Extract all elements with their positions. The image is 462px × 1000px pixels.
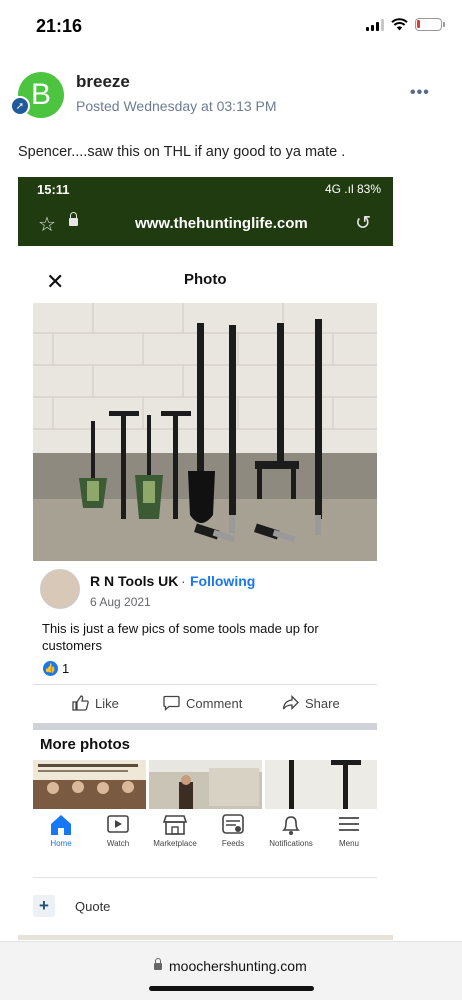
thumbs-up-icon xyxy=(72,695,89,711)
nav-marketplace: Marketplace xyxy=(145,813,205,848)
home-icon xyxy=(51,815,71,835)
ellipsis-icon[interactable]: ••• xyxy=(410,84,430,102)
fb-page-name: R N Tools UK xyxy=(90,573,179,589)
nav-home: Home xyxy=(31,813,91,848)
avatar-letter: B xyxy=(30,78,51,111)
embedded-screenshot-image[interactable]: 15:11 4G .ıl 83% ☆ www.thehuntinglife.co… xyxy=(18,177,393,940)
comment-icon xyxy=(163,695,180,711)
nav-watch: Watch xyxy=(88,813,148,848)
nav-marketplace-label: Marketplace xyxy=(153,839,197,848)
feeds-icon xyxy=(222,814,244,834)
lock-icon xyxy=(69,212,78,226)
nav-notifications: Notifications xyxy=(261,813,321,848)
status-time: 21:16 xyxy=(36,16,83,36)
author-name[interactable]: breeze xyxy=(76,72,130,92)
embedded-browser-bar: 15:11 4G .ıl 83% ☆ www.thehuntinglife.co… xyxy=(18,177,393,246)
reload-icon: ↺ xyxy=(355,213,371,234)
nav-menu-label: Menu xyxy=(338,839,359,848)
post-timestamp[interactable]: Posted Wednesday at 03:13 PM xyxy=(76,98,277,114)
nav-feeds: Feeds xyxy=(203,813,263,848)
watch-icon xyxy=(107,815,129,833)
tools-photo-illustration xyxy=(33,303,377,561)
share-icon xyxy=(282,695,299,711)
status-bar: 21:16 xyxy=(0,0,462,56)
star-icon: ☆ xyxy=(38,214,56,236)
quote-button[interactable]: Quote xyxy=(75,899,110,914)
menu-icon xyxy=(339,817,359,831)
embedded-url: www.thehuntinglife.com xyxy=(135,215,308,232)
fb-section-divider xyxy=(33,723,377,730)
fb-share-action: Share xyxy=(282,695,340,711)
like-reaction-icon: 👍 xyxy=(43,661,58,676)
fb-follow-status: Following xyxy=(190,573,256,589)
tools-photo xyxy=(33,303,377,561)
quote-separator xyxy=(33,877,377,878)
embedded-time: 15:11 xyxy=(37,182,70,197)
fb-separator xyxy=(33,684,377,685)
nav-home-label: Home xyxy=(50,839,72,848)
nav-menu: Menu xyxy=(319,813,379,848)
fb-like-count: 1 xyxy=(62,661,70,676)
cellular-signal-icon xyxy=(366,18,384,31)
fb-post-date: 6 Aug 2021 xyxy=(90,595,151,609)
more-photo-thumbnail xyxy=(149,760,262,810)
embedded-status: 4G .ıl 83% xyxy=(324,182,381,196)
fb-avatar xyxy=(40,569,80,609)
clipped-status-row xyxy=(18,246,393,254)
marketplace-icon xyxy=(162,815,188,835)
rank-badge-icon: ➚ xyxy=(10,96,30,116)
home-indicator[interactable] xyxy=(149,986,314,991)
fb-like-label: Like xyxy=(95,695,119,711)
post-body-text: Spencer....saw this on THL if any good t… xyxy=(18,144,346,160)
nav-watch-label: Watch xyxy=(106,839,130,848)
battery-icon xyxy=(415,18,445,31)
fb-like-action: Like xyxy=(72,695,119,711)
safari-address-bar[interactable]: moochershunting.com xyxy=(0,941,462,1000)
nav-notifications-label: Notifications xyxy=(269,839,313,848)
fb-caption: This is just a few pics of some tools ma… xyxy=(42,621,319,653)
plus-icon[interactable]: + xyxy=(33,895,55,917)
more-photo-thumbnail xyxy=(265,760,377,810)
fb-name-separator: · xyxy=(181,573,186,589)
more-photos-heading: More photos xyxy=(40,736,130,753)
close-icon: ✕ xyxy=(46,269,65,294)
fb-comment-action: Comment xyxy=(163,695,242,711)
wifi-icon xyxy=(391,18,408,31)
fb-share-label: Share xyxy=(305,695,340,711)
nav-feeds-label: Feeds xyxy=(221,839,245,848)
bell-icon xyxy=(282,816,300,835)
lock-icon xyxy=(154,958,162,970)
more-photo-thumbnail xyxy=(33,760,146,810)
fb-comment-label: Comment xyxy=(186,695,243,711)
fb-bottom-nav: Home Watch Marketplace Feeds Notificatio… xyxy=(33,809,377,859)
status-icons xyxy=(366,18,445,31)
photo-viewer-title: Photo xyxy=(184,271,227,288)
address-bar-url[interactable]: moochershunting.com xyxy=(169,958,307,974)
footer-strip xyxy=(18,935,393,940)
